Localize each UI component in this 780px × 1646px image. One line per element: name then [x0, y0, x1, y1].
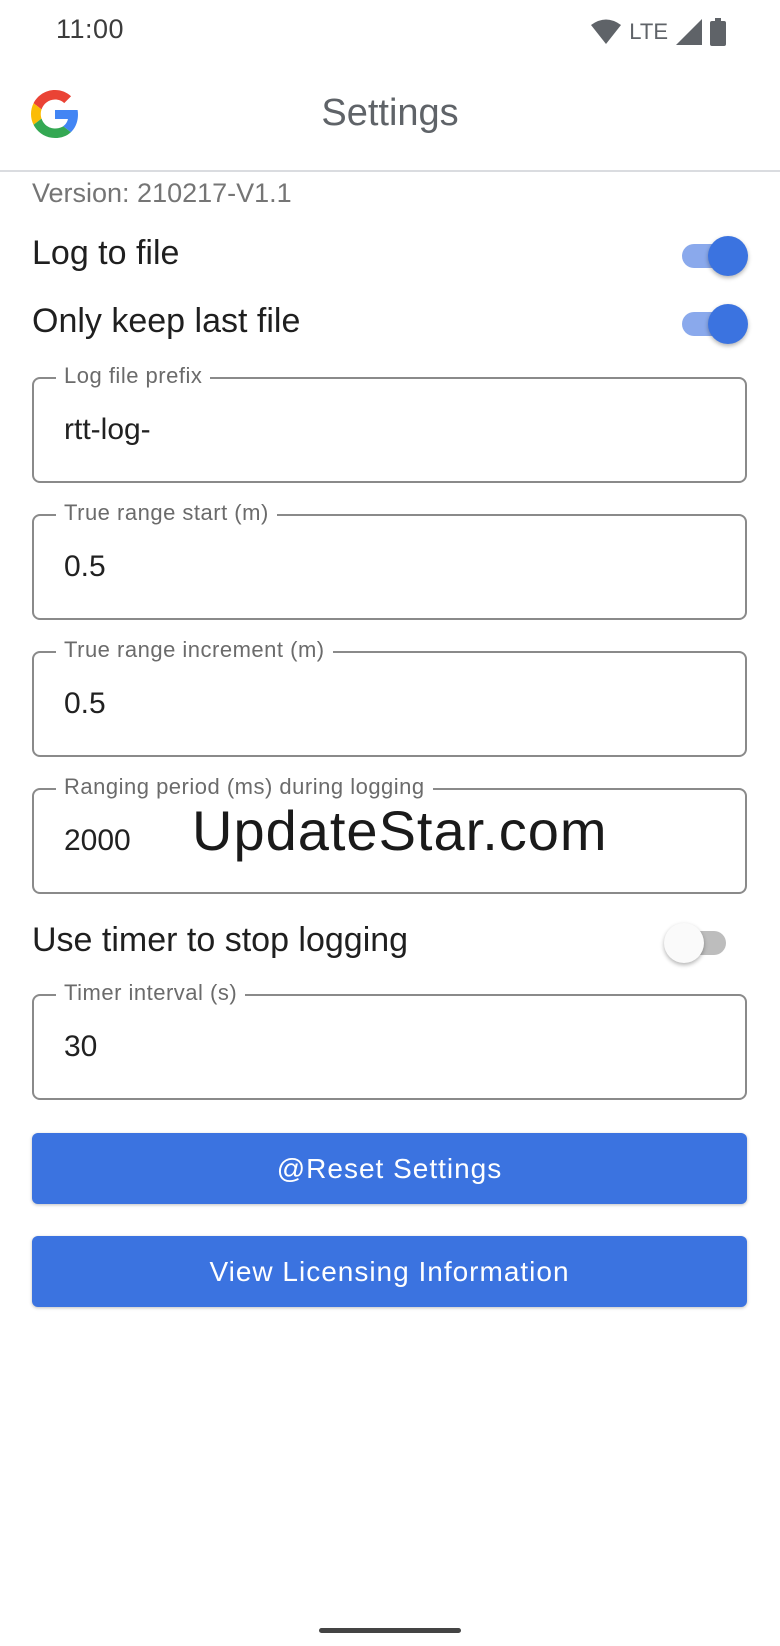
true-range-start-input[interactable]: 0.5	[64, 550, 106, 584]
watermark-text: UpdateStar.com	[192, 799, 608, 862]
version-text: Version: 210217-V1.1	[32, 178, 292, 208]
use-timer-label: Use timer to stop logging	[32, 921, 409, 959]
only-keep-last-file-label: Only keep last file	[32, 302, 301, 340]
switch-thumb	[708, 236, 748, 276]
timer-interval-field[interactable]: Timer interval (s) 30	[32, 980, 747, 1100]
status-icons: LTE	[591, 16, 726, 48]
app-bar-divider	[0, 170, 780, 172]
page-title: Settings	[321, 92, 459, 134]
signal-icon	[676, 19, 702, 45]
timer-interval-label: Timer interval (s)	[56, 980, 246, 1006]
wifi-icon	[591, 19, 622, 44]
battery-icon	[710, 18, 726, 46]
switch-thumb	[708, 304, 748, 344]
log-to-file-switch[interactable]	[678, 236, 748, 276]
gesture-nav-handle[interactable]	[319, 1628, 461, 1633]
ranging-period-label: Ranging period (ms) during logging	[56, 774, 433, 800]
reset-settings-button[interactable]: @Reset Settings	[32, 1133, 747, 1204]
true-range-start-field[interactable]: True range start (m) 0.5	[32, 500, 747, 620]
use-timer-switch[interactable]	[664, 923, 730, 963]
true-range-increment-input[interactable]: 0.5	[64, 687, 106, 721]
log-file-prefix-label: Log file prefix	[56, 363, 211, 389]
status-time: 11:00	[56, 14, 125, 44]
log-file-prefix-field[interactable]: Log file prefix rtt-log-	[32, 363, 747, 483]
view-licensing-button[interactable]: View Licensing Information	[32, 1236, 747, 1307]
true-range-start-label: True range start (m)	[56, 500, 277, 526]
timer-interval-input[interactable]: 30	[64, 1030, 97, 1064]
only-keep-last-file-switch[interactable]	[678, 304, 748, 344]
log-to-file-label: Log to file	[32, 234, 180, 272]
log-file-prefix-input[interactable]: rtt-log-	[64, 413, 151, 447]
ranging-period-input[interactable]: 2000	[64, 824, 131, 858]
true-range-increment-label: True range increment (m)	[56, 637, 333, 663]
switch-thumb	[664, 923, 704, 963]
network-type: LTE	[629, 19, 668, 44]
true-range-increment-field[interactable]: True range increment (m) 0.5	[32, 637, 747, 757]
